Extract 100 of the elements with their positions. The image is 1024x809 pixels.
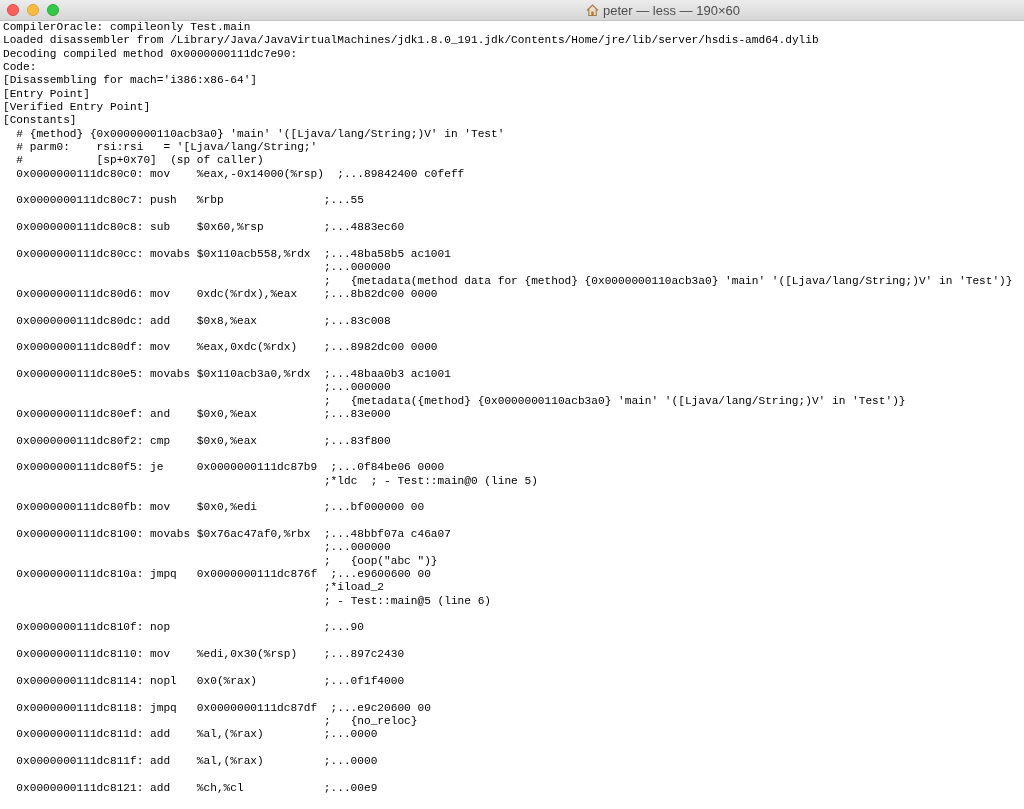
instruction-mnemonic: movabs — [150, 367, 192, 382]
instruction-mnemonic: movabs — [150, 247, 192, 262]
output-line: [Disassembling for mach='i386:x86-64'] — [3, 74, 258, 88]
memory-address: 0x0000000111dc8118: — [16, 701, 144, 715]
memory-address: 0x0000000111dc80c0: — [16, 167, 144, 182]
code-comment: ;...e9600600 00 — [330, 568, 431, 582]
code-comment: ; {no_reloc} — [323, 714, 418, 729]
instruction-operands: %al,(%rax) — [196, 728, 265, 742]
instruction-operands: $0x76ac47af0,%rbx — [196, 528, 311, 542]
instruction-operands: 0xdc(%rdx),%eax — [196, 287, 299, 302]
memory-address: 0x0000000111dc80ef: — [16, 407, 144, 422]
output-line: [Verified Entry Point] — [3, 101, 151, 115]
code-comment: ;...83c008 — [323, 314, 391, 328]
instruction-mnemonic: mov — [150, 167, 172, 182]
memory-address: 0x0000000111dc80d6: — [16, 287, 144, 302]
instruction-operands: $0x0,%eax — [196, 407, 259, 422]
output-line: Loaded disassembler from /Library/Java/JavaVirtualMachines/jdk1.8.0_191.jdk/Contents/Home/jre/lib/server/hsdis-amd64.dylib — [3, 34, 819, 48]
instruction-operands: $0x110acb3a0,%rdx — [196, 367, 311, 382]
instruction-operands: %eax,-0x14000(%rsp) — [196, 167, 324, 182]
instruction-mnemonic: jmpq — [150, 701, 178, 715]
code-comment: ;...83e000 — [323, 407, 391, 422]
instruction-operands: $0x8,%eax — [196, 314, 259, 328]
instruction-mnemonic: cmp — [150, 434, 172, 448]
code-comment: ;...0000 — [323, 728, 378, 742]
code-comment: ;...0000 — [323, 754, 378, 769]
code-comment: ; {metadata({method} {0x0000000110acb3a0} 'main' '([Ljava/lang/String;)V' in 'Test')} — [323, 394, 906, 408]
instruction-mnemonic: mov — [150, 287, 172, 302]
code-comment: ;...4883ec60 — [323, 221, 405, 235]
code-comment: # {method} {0x0000000110acb3a0} 'main' '([Ljava/lang/String;)V' in 'Test' — [16, 127, 505, 142]
memory-address: 0x0000000111dc80df: — [16, 341, 144, 355]
code-comment: ;...89842400 c0feff — [337, 167, 465, 182]
window-title: peter — less — 190×60 — [603, 2, 740, 18]
output-line: Decoding compiled method 0x0000000111dc7e90: — [3, 47, 298, 62]
memory-address: 0x0000000111dc810f: — [16, 621, 144, 635]
output-line: [Constants] — [3, 114, 77, 128]
code-comment: ;...48ba58b5 ac1001 — [323, 247, 451, 262]
instruction-operands: %rbp — [196, 194, 225, 208]
instruction-mnemonic: sub — [150, 221, 172, 235]
zoom-button[interactable] — [47, 4, 59, 16]
memory-address: 0x0000000111dc811f: — [16, 754, 144, 769]
instruction-mnemonic: mov — [150, 501, 172, 515]
code-comment: ;...e9c20600 00 — [330, 701, 431, 715]
instruction-operands: $0x60,%rsp — [196, 221, 265, 235]
memory-address: 0x0000000111dc80f2: — [16, 434, 144, 448]
code-comment: ;...00e9 — [323, 781, 378, 795]
memory-address: 0x0000000111dc80e5: — [16, 367, 144, 382]
code-comment: ; {metadata(method data for {method} {0x0000000110acb3a0} 'main' '([Ljava/lang/String;)V' in 'Test')} — [323, 274, 1013, 288]
memory-address: 0x0000000111dc80c7: — [16, 194, 144, 208]
code-comment: ;...55 — [323, 194, 364, 208]
code-comment: ; {oop("abc ")} — [323, 554, 438, 569]
instruction-operands: $0x0,%eax — [196, 434, 259, 448]
instruction-mnemonic: add — [150, 728, 172, 742]
instruction-mnemonic: add — [150, 314, 172, 328]
code-comment: ;...000000 — [323, 381, 391, 395]
instruction-operands: 0x0000000111dc87b9 — [196, 461, 318, 475]
instruction-operands: %eax,0xdc(%rdx) — [196, 341, 299, 355]
code-comment: ; - Test::main@5 (line 6) — [323, 594, 492, 609]
instruction-operands: 0x0000000111dc876f — [196, 568, 318, 582]
code-comment: # parm0: rsi:rsi = '[Ljava/lang/String;' — [16, 141, 318, 155]
code-comment: ;...8982dc00 0000 — [323, 341, 438, 355]
memory-address: 0x0000000111dc8100: — [16, 528, 144, 542]
instruction-mnemonic: nopl — [150, 674, 178, 689]
memory-address: 0x0000000111dc80fb: — [16, 501, 144, 515]
instruction-mnemonic: add — [150, 781, 172, 795]
code-comment: ;...8b82dc00 0000 — [323, 287, 438, 302]
output-line: CompilerOracle: compileonly Test.main — [3, 21, 251, 35]
house-icon — [586, 4, 599, 16]
code-comment: ;...48baa0b3 ac1001 — [323, 367, 451, 382]
code-comment: ;...897c2430 — [323, 648, 405, 662]
code-comment: ;*ldc ; - Test::main@0 (line 5) — [323, 474, 538, 489]
instruction-operands: %al,(%rax) — [196, 754, 265, 769]
code-comment: ;...000000 — [323, 541, 391, 555]
code-comment: ;...0f1f4000 — [323, 674, 405, 689]
code-comment: # [sp+0x70] (sp of caller) — [16, 154, 264, 168]
instruction-mnemonic: add — [150, 754, 172, 769]
code-comment: ;...bf000000 00 — [323, 501, 425, 515]
instruction-operands: %ch,%cl — [196, 781, 245, 795]
instruction-mnemonic: mov — [150, 341, 172, 355]
instruction-operands: %edi,0x30(%rsp) — [196, 648, 299, 662]
instruction-mnemonic: je — [150, 461, 165, 475]
instruction-mnemonic: push — [150, 194, 178, 208]
code-comment: ;...48bbf07a c46a07 — [323, 528, 451, 542]
memory-address: 0x0000000111dc8114: — [16, 674, 144, 689]
code-comment: ;...0f84be06 0000 — [330, 461, 445, 475]
instruction-mnemonic: movabs — [150, 528, 192, 542]
output-line: [Entry Point] — [3, 87, 90, 102]
instruction-mnemonic: nop — [150, 621, 172, 635]
memory-address: 0x0000000111dc80cc: — [16, 247, 144, 262]
code-comment: ;...90 — [323, 621, 364, 635]
memory-address: 0x0000000111dc810a: — [16, 568, 144, 582]
code-comment: ;...83f800 — [323, 434, 391, 448]
instruction-mnemonic: jmpq — [150, 568, 178, 582]
close-button[interactable] — [7, 4, 19, 16]
instruction-mnemonic: and — [150, 407, 172, 422]
minimize-button[interactable] — [27, 4, 39, 16]
memory-address: 0x0000000111dc8121: — [16, 781, 144, 795]
instruction-operands: 0x0000000111dc87df — [196, 701, 318, 715]
instruction-operands: 0x0(%rax) — [196, 674, 259, 689]
memory-address: 0x0000000111dc811d: — [16, 728, 144, 742]
memory-address: 0x0000000111dc80dc: — [16, 314, 144, 328]
